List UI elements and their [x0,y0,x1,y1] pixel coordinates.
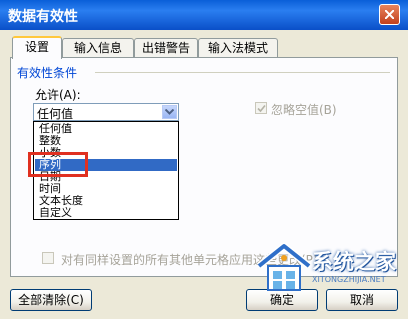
watermark: 系统之家 XITONGZHIJIA.NET [254,240,408,319]
option-any-value[interactable]: 任何值 [35,123,177,135]
watermark-url: XITONGZHIJIA.NET [312,275,386,284]
highlight-box [28,152,88,177]
chevron-down-icon [165,109,174,115]
group-divider [95,72,390,73]
allow-select-value: 任何值 [37,107,74,121]
watermark-logo-text: 系统之家 [312,250,396,274]
window-title: 数据有效性 [8,9,78,25]
tab-ime-mode[interactable]: 输入法模式 [198,38,278,58]
dropdown-button[interactable] [162,105,177,119]
close-icon [385,10,394,19]
allow-label: 允许(A): [35,88,81,102]
data-validation-dialog: 数据有效性 设置 输入信息 出错警告 输入法模式 有效性条件 允许(A): 任何… [0,0,408,319]
apply-all-checkbox[interactable] [42,252,54,264]
ignore-blank-label: 忽略空值(B) [271,103,337,117]
option-whole-number[interactable]: 整数 [35,135,177,147]
ignore-blank-checkbox[interactable] [255,102,267,114]
option-time[interactable]: 时间 [35,183,177,195]
clear-all-button[interactable]: 全部清除(C) [10,289,92,311]
allow-select[interactable]: 任何值 [33,103,179,121]
check-icon [257,104,266,113]
tab-error-alert[interactable]: 出错警告 [134,38,198,58]
option-custom[interactable]: 自定义 [35,207,177,219]
close-button[interactable] [379,4,400,25]
tab-settings[interactable]: 设置 [12,36,62,59]
house-logo-icon [256,242,312,291]
title-bar[interactable]: 数据有效性 [0,0,408,30]
option-text-length[interactable]: 文本长度 [35,195,177,207]
validation-criteria-title: 有效性条件 [17,66,78,80]
tab-input-message[interactable]: 输入信息 [62,38,134,58]
